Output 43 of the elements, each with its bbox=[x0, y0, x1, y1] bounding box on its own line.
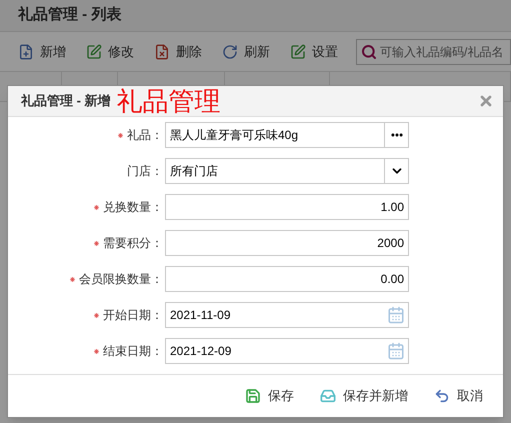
edit-icon bbox=[290, 44, 306, 60]
undo-arrow-icon bbox=[434, 388, 450, 404]
required-mark-icon bbox=[94, 348, 99, 354]
page-title: 礼品管理 - 列表 bbox=[18, 5, 122, 26]
store-select[interactable]: 所有门店 bbox=[165, 158, 409, 184]
toolbar-button[interactable]: 新增 bbox=[16, 38, 68, 66]
field-label: 需要积分： bbox=[103, 235, 163, 252]
tray-icon bbox=[320, 388, 336, 404]
annotation-text: 礼品管理 bbox=[116, 86, 221, 116]
delete-file-icon bbox=[154, 44, 170, 60]
search-field[interactable]: 可输入礼品编码/礼品名 bbox=[356, 38, 511, 64]
input-field[interactable]: 2000 bbox=[165, 230, 409, 256]
edit-icon bbox=[86, 44, 102, 60]
calendar-icon[interactable] bbox=[387, 342, 405, 360]
toolbar-button[interactable]: 刷新 bbox=[220, 38, 272, 66]
required-mark-icon bbox=[94, 312, 99, 318]
required-mark-icon bbox=[118, 132, 123, 138]
input-field[interactable]: 2021-12-09 bbox=[165, 338, 409, 364]
required-mark-icon bbox=[94, 240, 99, 246]
required-mark-icon bbox=[70, 276, 75, 282]
input-field[interactable]: 黑人儿童牙膏可乐味40g bbox=[165, 122, 409, 148]
dialog-title: 礼品管理 - 新增 bbox=[21, 92, 111, 110]
field-label: 开始日期： bbox=[103, 307, 163, 324]
field-label: 门店： bbox=[127, 163, 163, 180]
toolbar-button[interactable]: 修改 bbox=[84, 38, 136, 66]
required-mark-icon bbox=[94, 204, 99, 210]
refresh-icon bbox=[222, 44, 238, 60]
input-field[interactable]: 1.00 bbox=[165, 194, 409, 220]
input-field[interactable]: 2021-11-09 bbox=[165, 302, 409, 328]
close-icon bbox=[478, 93, 494, 109]
input-field[interactable]: 0.00 bbox=[165, 266, 409, 292]
calendar-icon[interactable] bbox=[387, 306, 405, 324]
add-file-icon bbox=[18, 44, 34, 60]
field-label: 会员限换数量： bbox=[79, 271, 163, 288]
dialog-button[interactable]: 保存 bbox=[245, 386, 294, 406]
field-label: 结束日期： bbox=[103, 343, 163, 360]
toolbar-button[interactable]: 设置 bbox=[288, 38, 340, 66]
toolbar-button[interactable]: 删除 bbox=[152, 38, 204, 66]
field-label: 兑换数量： bbox=[103, 199, 163, 216]
dialog-button[interactable]: 保存并新增 bbox=[320, 386, 408, 406]
search-icon bbox=[361, 44, 377, 60]
field-label: 礼品： bbox=[127, 127, 163, 144]
dialog-button[interactable]: 取消 bbox=[434, 386, 483, 406]
